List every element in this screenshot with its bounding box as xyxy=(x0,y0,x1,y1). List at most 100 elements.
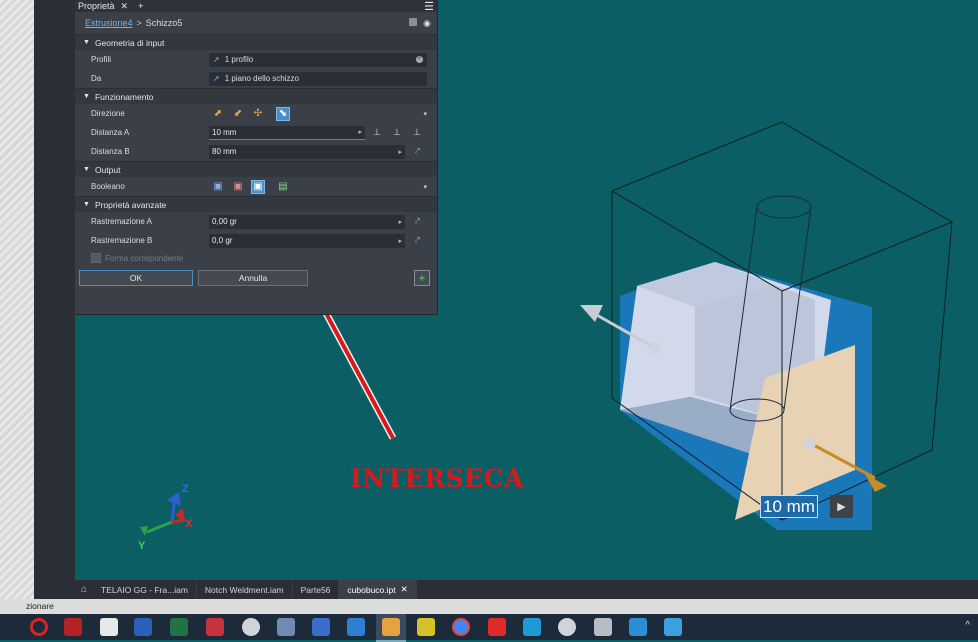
drag-handle-b xyxy=(804,437,816,449)
dimension-arrow-button[interactable]: ▶ xyxy=(830,495,853,518)
eye-icon[interactable]: ◉ xyxy=(423,18,431,29)
section-title: Funzionamento xyxy=(94,91,154,102)
flip-icon[interactable]: ⤤ xyxy=(415,146,420,157)
document-icon[interactable] xyxy=(100,618,118,636)
app-icon[interactable] xyxy=(558,618,576,636)
excel-icon[interactable] xyxy=(170,618,188,636)
left-dock xyxy=(34,0,75,600)
distance-b-input[interactable]: 80 mm ▸ xyxy=(209,144,405,159)
app-icon[interactable] xyxy=(523,618,541,636)
direction-symmetric-icon[interactable]: ✣ xyxy=(251,107,265,121)
taper-a-label: Rastremazione A xyxy=(91,217,152,226)
from-value: 1 piano dello schizzo xyxy=(224,74,299,83)
clear-icon[interactable]: × xyxy=(416,56,423,63)
taper-b-input[interactable]: 0,0 gr ▸ xyxy=(209,233,405,248)
section-input-geometry[interactable]: ▼ Geometria di input xyxy=(75,34,437,50)
doc-tab[interactable]: Parte56 xyxy=(293,580,340,599)
distance-a-label: Distanza A xyxy=(91,128,130,137)
collapse-icon: ▼ xyxy=(83,93,90,100)
button-row: OK Annulla + xyxy=(75,266,437,292)
collapse-icon: ▼ xyxy=(83,39,90,46)
profiles-select[interactable]: ➚ 1 profilo × xyxy=(209,52,427,67)
caret-right-icon[interactable]: ▸ xyxy=(398,218,402,226)
pointer-icon: ➚ xyxy=(213,55,220,64)
close-icon[interactable]: ✕ xyxy=(121,1,129,12)
opera-icon[interactable] xyxy=(30,618,48,636)
app-icon[interactable] xyxy=(417,618,435,636)
axis-triad xyxy=(140,492,186,536)
row-direction: Direzione ⬈ ⬋ ✣ ⬊ ▾ xyxy=(75,104,437,123)
inventor-icon[interactable] xyxy=(382,618,400,636)
app-icon[interactable] xyxy=(594,618,612,636)
flip-icon[interactable]: ⤤ xyxy=(415,216,420,227)
taper-a-input[interactable]: 0,00 gr ▸ xyxy=(209,214,405,229)
doc-tab-label: Parte56 xyxy=(300,584,331,595)
app-icon[interactable] xyxy=(664,618,682,636)
chevron-down-icon[interactable]: ▾ xyxy=(423,110,427,118)
taper-b-value: 0,0 gr xyxy=(212,236,233,245)
from-select[interactable]: ➚ 1 piano dello schizzo xyxy=(209,71,427,86)
close-tab-icon[interactable]: ✕ xyxy=(401,584,408,595)
distance-option-icon[interactable]: ⊥ xyxy=(373,127,381,138)
cut-icon[interactable]: ▣ xyxy=(231,180,245,194)
doc-tab[interactable]: TELAIO GG - Fra...iam xyxy=(93,580,197,599)
new-solid-icon[interactable]: ▤ xyxy=(276,180,290,194)
direction-asymmetric-icon[interactable]: ⬊ xyxy=(276,106,290,121)
menu-icon[interactable]: ☰ xyxy=(424,0,434,13)
app-icon[interactable] xyxy=(347,618,365,636)
solidworks-icon[interactable] xyxy=(64,618,82,636)
doc-tab-active[interactable]: cubobuco.ipt ✕ xyxy=(339,580,417,599)
chevron-down-icon[interactable]: ▾ xyxy=(423,183,427,191)
row-profiles: Profili ➚ 1 profilo × xyxy=(75,50,437,69)
properties-panel: Proprietà ✕ + ☰ Estrusione4 > Schizzo5 ◉… xyxy=(75,0,438,315)
app-icon[interactable] xyxy=(206,618,224,636)
caret-right-icon[interactable]: ▸ xyxy=(358,128,362,136)
apply-new-button[interactable]: + xyxy=(414,270,430,286)
autocad-icon[interactable] xyxy=(488,618,506,636)
panel-title: Proprietà xyxy=(78,1,115,11)
panel-titlebar: Proprietà ✕ + ☰ xyxy=(75,0,437,13)
app-icon[interactable] xyxy=(629,618,647,636)
row-distance-b: Distanza B 80 mm ▸ ⤤ xyxy=(75,142,437,161)
cancel-button[interactable]: Annulla xyxy=(198,270,308,286)
direction-default-icon[interactable]: ⬈ xyxy=(211,107,225,121)
direction-flipped-icon[interactable]: ⬋ xyxy=(231,107,245,121)
ok-button[interactable]: OK xyxy=(79,270,193,286)
app-icon[interactable] xyxy=(242,618,260,636)
profiles-label: Profili xyxy=(91,55,112,64)
row-boolean: Booleano ▣ ▣ ▣ ▤ ▾ xyxy=(75,177,437,196)
caret-right-icon[interactable]: ▸ xyxy=(398,237,402,245)
distance-between-icon[interactable]: ⊥ xyxy=(413,127,421,138)
caret-right-icon[interactable]: ▸ xyxy=(398,148,402,156)
collapse-icon: ▼ xyxy=(83,166,90,173)
row-taper-b: Rastremazione B 0,0 gr ▸ ⤤ xyxy=(75,231,437,250)
section-output[interactable]: ▼ Output xyxy=(75,161,437,177)
annotation-label: INTERSECA xyxy=(350,464,524,493)
flip-icon[interactable]: ⤤ xyxy=(415,235,420,246)
match-shape-label: Forma corrispondente xyxy=(105,253,184,263)
intersect-icon[interactable]: ▣ xyxy=(251,179,265,194)
chrome-icon[interactable] xyxy=(452,618,470,636)
word-icon[interactable] xyxy=(134,618,152,636)
breadcrumb-link[interactable]: Estrusione4 xyxy=(85,18,133,28)
document-tabs: ⌂ TELAIO GG - Fra...iam Notch Weldment.i… xyxy=(75,580,978,599)
match-shape-checkbox[interactable] xyxy=(91,253,101,263)
section-behavior[interactable]: ▼ Funzionamento xyxy=(75,88,437,104)
join-icon[interactable]: ▣ xyxy=(211,180,225,194)
desktop-background-strip xyxy=(0,0,34,600)
row-taper-a: Rastremazione A 0,00 gr ▸ ⤤ xyxy=(75,212,437,231)
app-icon[interactable] xyxy=(277,618,295,636)
system-tray[interactable]: ^ xyxy=(965,620,970,631)
section-advanced[interactable]: ▼ Proprietà avanzate xyxy=(75,196,437,212)
add-tab-icon[interactable]: + xyxy=(138,1,143,11)
axis-y-label: Y xyxy=(138,540,146,552)
taper-a-value: 0,00 gr xyxy=(212,217,237,226)
app-icon[interactable] xyxy=(312,618,330,636)
distance-a-input[interactable]: 10 mm ▸ xyxy=(209,125,365,140)
save-preset-icon[interactable] xyxy=(409,17,418,26)
doc-tab[interactable]: Notch Weldment.iam xyxy=(197,580,293,599)
home-icon[interactable]: ⌂ xyxy=(75,584,93,595)
status-bar: zionare xyxy=(0,599,978,614)
dimension-input[interactable]: 10 mm xyxy=(760,495,818,518)
distance-to-icon[interactable]: ⊥ xyxy=(393,127,401,138)
